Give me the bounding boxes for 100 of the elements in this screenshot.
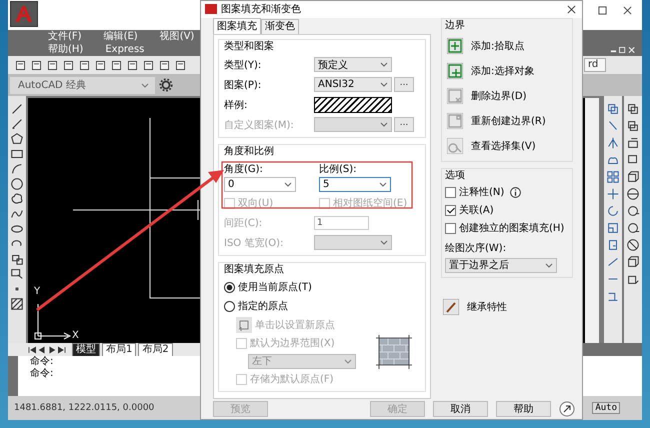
- checkbox[interactable]: [445, 204, 456, 216]
- close-icon[interactable]: [623, 6, 632, 15]
- dialog-button[interactable]: 取消: [433, 400, 488, 417]
- toolbar-icon[interactable]: [626, 204, 640, 218]
- tab-navigation-icon[interactable]: [28, 346, 66, 354]
- insert-icon[interactable]: [10, 267, 24, 281]
- toolbar-icon[interactable]: [626, 170, 640, 184]
- caret-icon: [545, 262, 553, 268]
- button-label: 单击以设置新原点: [255, 318, 335, 332]
- toolbar-icon[interactable]: [126, 58, 139, 72]
- toolbar-icon[interactable]: [626, 221, 640, 235]
- toolbar-icon[interactable]: [626, 255, 640, 269]
- scale-dropdown[interactable]: 5: [319, 176, 391, 192]
- toolbar-icon[interactable]: [606, 170, 620, 184]
- group-title: 类型和图案: [224, 40, 275, 53]
- toolbar-icon[interactable]: [606, 187, 620, 201]
- circle-icon[interactable]: [10, 177, 24, 191]
- dropdown[interactable]: ANSI32: [314, 77, 392, 92]
- button-label: 删除边界(D): [471, 90, 527, 103]
- toolbar-icon[interactable]: [158, 58, 171, 72]
- radio-button[interactable]: [224, 282, 235, 293]
- toolbar-icon[interactable]: [94, 58, 107, 72]
- field-label: 间距(C):: [224, 216, 264, 230]
- menu-item[interactable]: 文件(F): [48, 30, 82, 43]
- toolbar-icon[interactable]: [174, 58, 187, 72]
- toolbar-icon[interactable]: [626, 238, 640, 252]
- layout-tab[interactable]: 布局2: [138, 342, 173, 356]
- field-label: 样例:: [224, 98, 248, 112]
- toolbar-icon[interactable]: [606, 204, 620, 218]
- field-label: 自定义图案(M):: [224, 118, 295, 132]
- polyline-icon[interactable]: [10, 117, 24, 131]
- caret-icon: [141, 82, 149, 88]
- toolbar-icon[interactable]: [142, 58, 155, 72]
- boundary-tool-icon[interactable]: [447, 62, 463, 79]
- info-icon[interactable]: [510, 186, 522, 198]
- checkbox-label: 相对图纸空间(E): [333, 196, 408, 210]
- toolbar-icon[interactable]: [626, 102, 640, 116]
- radio-button[interactable]: [224, 300, 235, 312]
- gear-icon[interactable]: [159, 78, 173, 92]
- field-label: 绘图次序(W):: [445, 242, 508, 255]
- style-dropdown[interactable]: rd: [584, 58, 606, 72]
- checkbox-label: 默认为边界范围(X): [250, 336, 335, 350]
- boundary-tool-icon[interactable]: [447, 38, 463, 54]
- toolbar-icon[interactable]: [62, 58, 75, 72]
- command-line: 命令:: [30, 368, 54, 380]
- toolbar-icon[interactable]: [78, 58, 91, 72]
- brick-preview-drawing: [376, 335, 412, 370]
- checkbox[interactable]: [445, 186, 456, 198]
- dialog-button[interactable]: 帮助: [496, 400, 551, 417]
- annotation-scale-button[interactable]: Auto: [592, 402, 620, 414]
- block-icon[interactable]: [10, 252, 24, 266]
- toolbar-icon[interactable]: [606, 102, 620, 116]
- toolbar-icon[interactable]: [14, 58, 27, 72]
- axis-label: Y: [34, 286, 40, 297]
- caret-icon: [380, 62, 388, 68]
- caret-icon: [380, 82, 388, 88]
- field-label: 类型(Y):: [224, 58, 262, 72]
- expand-button-icon[interactable]: [559, 400, 575, 417]
- menu-item[interactable]: 视图(V): [160, 30, 194, 43]
- field-label: 角度(G):: [224, 162, 264, 176]
- window-controls-icon[interactable]: [610, 46, 636, 54]
- hatch-icon[interactable]: [10, 297, 24, 311]
- line-icon[interactable]: [10, 102, 24, 116]
- toolbar-icon[interactable]: [606, 136, 620, 150]
- toolbar-icon[interactable]: [626, 136, 640, 150]
- menu-item[interactable]: Express: [105, 43, 144, 56]
- checkbox-label: 关联(A): [459, 204, 494, 218]
- browse-button[interactable]: ...: [394, 77, 414, 92]
- toolbar-icon[interactable]: [606, 238, 620, 252]
- rectangle-icon[interactable]: [10, 147, 24, 161]
- cloud-icon[interactable]: [10, 192, 24, 206]
- menu-item[interactable]: 帮助(H): [48, 43, 84, 56]
- tab[interactable]: 图案填充: [213, 18, 261, 34]
- field-label: 图案(P):: [224, 78, 262, 92]
- toolbar-icon[interactable]: [46, 58, 59, 72]
- layout-tab[interactable]: 布局1: [102, 342, 136, 356]
- maximize-icon[interactable]: [598, 6, 607, 15]
- arc-icon[interactable]: [10, 162, 24, 176]
- letter-a-logo-icon: [13, 4, 35, 24]
- layout-tab[interactable]: 模型: [72, 342, 100, 356]
- close-icon[interactable]: [567, 4, 576, 14]
- toolbar-icon[interactable]: [110, 58, 123, 72]
- toolbar-icon[interactable]: [30, 58, 43, 72]
- menu-item[interactable]: 编辑(E): [104, 30, 138, 43]
- checkbox[interactable]: [445, 222, 456, 234]
- caret-icon: [380, 240, 388, 246]
- draw-order-dropdown[interactable]: 置于边界之后: [445, 258, 557, 273]
- dropdown[interactable]: 预定义: [314, 57, 392, 72]
- toolbar-icon[interactable]: [606, 221, 620, 235]
- angle-dropdown[interactable]: 0: [224, 176, 296, 192]
- scroll-bar[interactable]: [585, 98, 599, 343]
- polygon-icon[interactable]: [10, 132, 24, 146]
- caret-icon: [379, 182, 387, 187]
- brush-icon[interactable]: [443, 298, 459, 315]
- checkbox-label: 创建独立的图案填充(H): [459, 222, 564, 236]
- toolbar-icon[interactable]: [626, 119, 640, 133]
- toolbar-icon[interactable]: [626, 187, 640, 201]
- workspace-dropdown[interactable]: AutoCAD 经典: [10, 76, 155, 94]
- checkbox-label: 存储为默认原点(F): [250, 372, 334, 386]
- tab[interactable]: 渐变色: [261, 18, 299, 34]
